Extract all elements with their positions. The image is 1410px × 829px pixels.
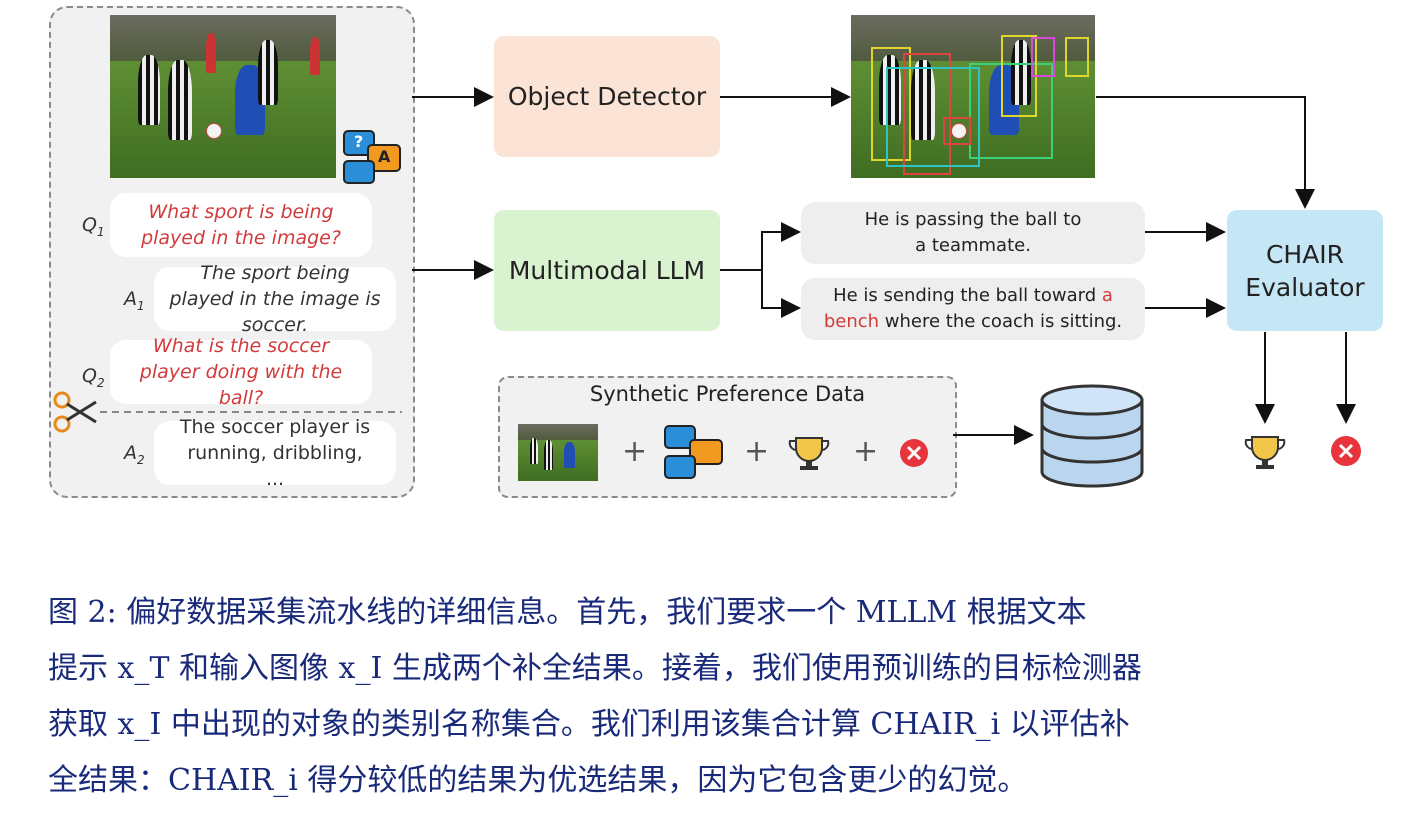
plus-sign-2: + (744, 434, 770, 469)
qa-icon-a: A (378, 147, 391, 166)
multimodal-llm-box: Multimodal LLM (494, 210, 720, 331)
reject-output-icon (1331, 436, 1361, 466)
caption-line-3: 获取 x_I 中出现的对象的类别名称集合。我们利用该集合计算 CHAIR_i 以… (48, 707, 1130, 742)
figure-caption: 图 2: 偏好数据采集流水线的详细信息。首先，我们要求一个 MLLM 根据文本 … (48, 585, 1388, 809)
caption-line-2: 提示 x_T 和输入图像 x_I 生成两个补全结果。接着，我们使用预训练的目标检… (48, 651, 1142, 686)
detected-photo (851, 15, 1095, 178)
chair-evaluator-box: CHAIR Evaluator (1227, 210, 1383, 331)
plus-sign-3: + (853, 434, 879, 469)
q2-label: Q2 (82, 365, 105, 390)
q1-label: Q1 (82, 214, 105, 239)
synthetic-data-title: Synthetic Preference Data (589, 382, 866, 406)
trophy-output-icon (1244, 436, 1286, 469)
qa-icon-q: ? (354, 132, 364, 151)
caption-line-1: 图 2: 偏好数据采集流水线的详细信息。首先，我们要求一个 MLLM 根据文本 (48, 595, 1087, 630)
synthetic-photo-thumb (518, 424, 598, 481)
q1-bubble: What sport is being played in the image? (110, 193, 372, 257)
soccer-photo (110, 15, 336, 178)
a1-bubble: The sport being played in the image is s… (154, 262, 396, 336)
a2-label: A2 (124, 442, 145, 467)
q2-bubble: What is the soccer player doing with the… (110, 335, 372, 409)
caption-line-4: 全结果：CHAIR_i 得分较低的结果为优选结果，因为它包含更少的幻觉。 (48, 763, 1028, 798)
response-preferred: He is passing the ball to a teammate. (801, 202, 1145, 264)
a2-bubble: The soccer player is running, dribbling,… (154, 416, 396, 490)
a1-label: A1 (124, 288, 145, 313)
response-hallucinated: He is sending the ball toward a bench whe… (801, 278, 1145, 340)
plus-sign-1: + (622, 434, 648, 469)
object-detector-box: Object Detector (494, 36, 720, 157)
